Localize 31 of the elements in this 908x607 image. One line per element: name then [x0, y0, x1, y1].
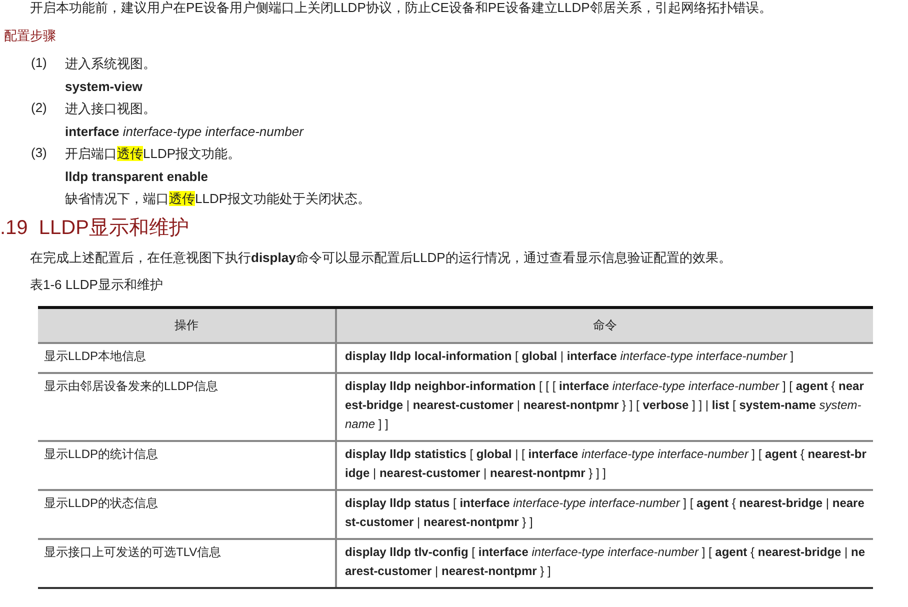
step-number: (3) — [31, 145, 48, 162]
step-number: (2) — [31, 100, 48, 117]
table-cell: 显示LLDP本地信息 — [38, 343, 336, 373]
table-cell: display lldp neighbor-information [ [ [ interface interface-type interface-number ] [ agent { nearest-bridge | nearest-customer | nearest-nontpmr } ] [ verbose ] ] | list [ system-name system-name ] ] — [336, 373, 873, 441]
table-cell: 显示由邻居设备发来的LLDP信息 — [38, 373, 336, 441]
command-text: interface interface-type interface-number — [65, 124, 305, 139]
step-text: LLDP报文功能处于关闭状态。 — [195, 191, 371, 206]
step-number: (1) — [31, 55, 48, 72]
step-text: 缺省情况下，端口 — [65, 191, 169, 206]
column-header: 操作 — [38, 308, 336, 343]
table-cell: 显示接口上可发送的可选TLV信息 — [38, 539, 336, 588]
step-text: 进入接口视图。 — [65, 101, 156, 116]
table-cell: display lldp tlv-config [ interface interface-type interface-number ] [ agent { nearest-bridge | nearest-customer | nearest-nontpmr } ] — [336, 539, 873, 588]
section-paragraph: 在完成上述配置后，在任意视图下执行display命令可以显示配置后LLDP的运行情况，通过查看显示信息验证配置的效果。 — [30, 249, 732, 267]
table-cell: 显示LLDP的状态信息 — [38, 490, 336, 539]
table-caption: 表1-6 LLDP显示和维护 — [30, 276, 164, 294]
intro-paragraph: 开启本功能前，建议用户在PE设备用户侧端口上关闭LLDP协议，防止CE设备和PE设备建立LLDP邻居关系，引起网络拓扑错误。 — [30, 0, 773, 15]
table-cell: 显示LLDP的统计信息 — [38, 441, 336, 490]
step-text: LLDP报文功能。 — [143, 146, 241, 161]
column-header: 命令 — [336, 308, 873, 343]
command-text: system-view — [65, 79, 144, 94]
highlighted-term: 透传 — [117, 146, 143, 161]
table-cell: display lldp local-information [ global | interface interface-type interface-number ] — [336, 343, 873, 373]
section-heading: .19 LLDP显示和维护 — [0, 216, 190, 241]
highlighted-term: 透传 — [169, 191, 195, 206]
table-cell: display lldp statistics [ global | [ interface interface-type interface-number ] [ agent { nearest-bridge | nearest-customer | nearest-nontpmr } ] ] — [336, 441, 873, 490]
step-text: 开启端口 — [65, 146, 117, 161]
steps-title: 配置步骤 — [4, 27, 57, 45]
step-text: 进入系统视图。 — [65, 56, 156, 71]
command-text: lldp transparent enable — [65, 169, 210, 184]
table-cell: display lldp status [ interface interface-type interface-number ] [ agent { nearest-bridge | nearest-customer | nearest-nontpmr } ] — [336, 490, 873, 539]
